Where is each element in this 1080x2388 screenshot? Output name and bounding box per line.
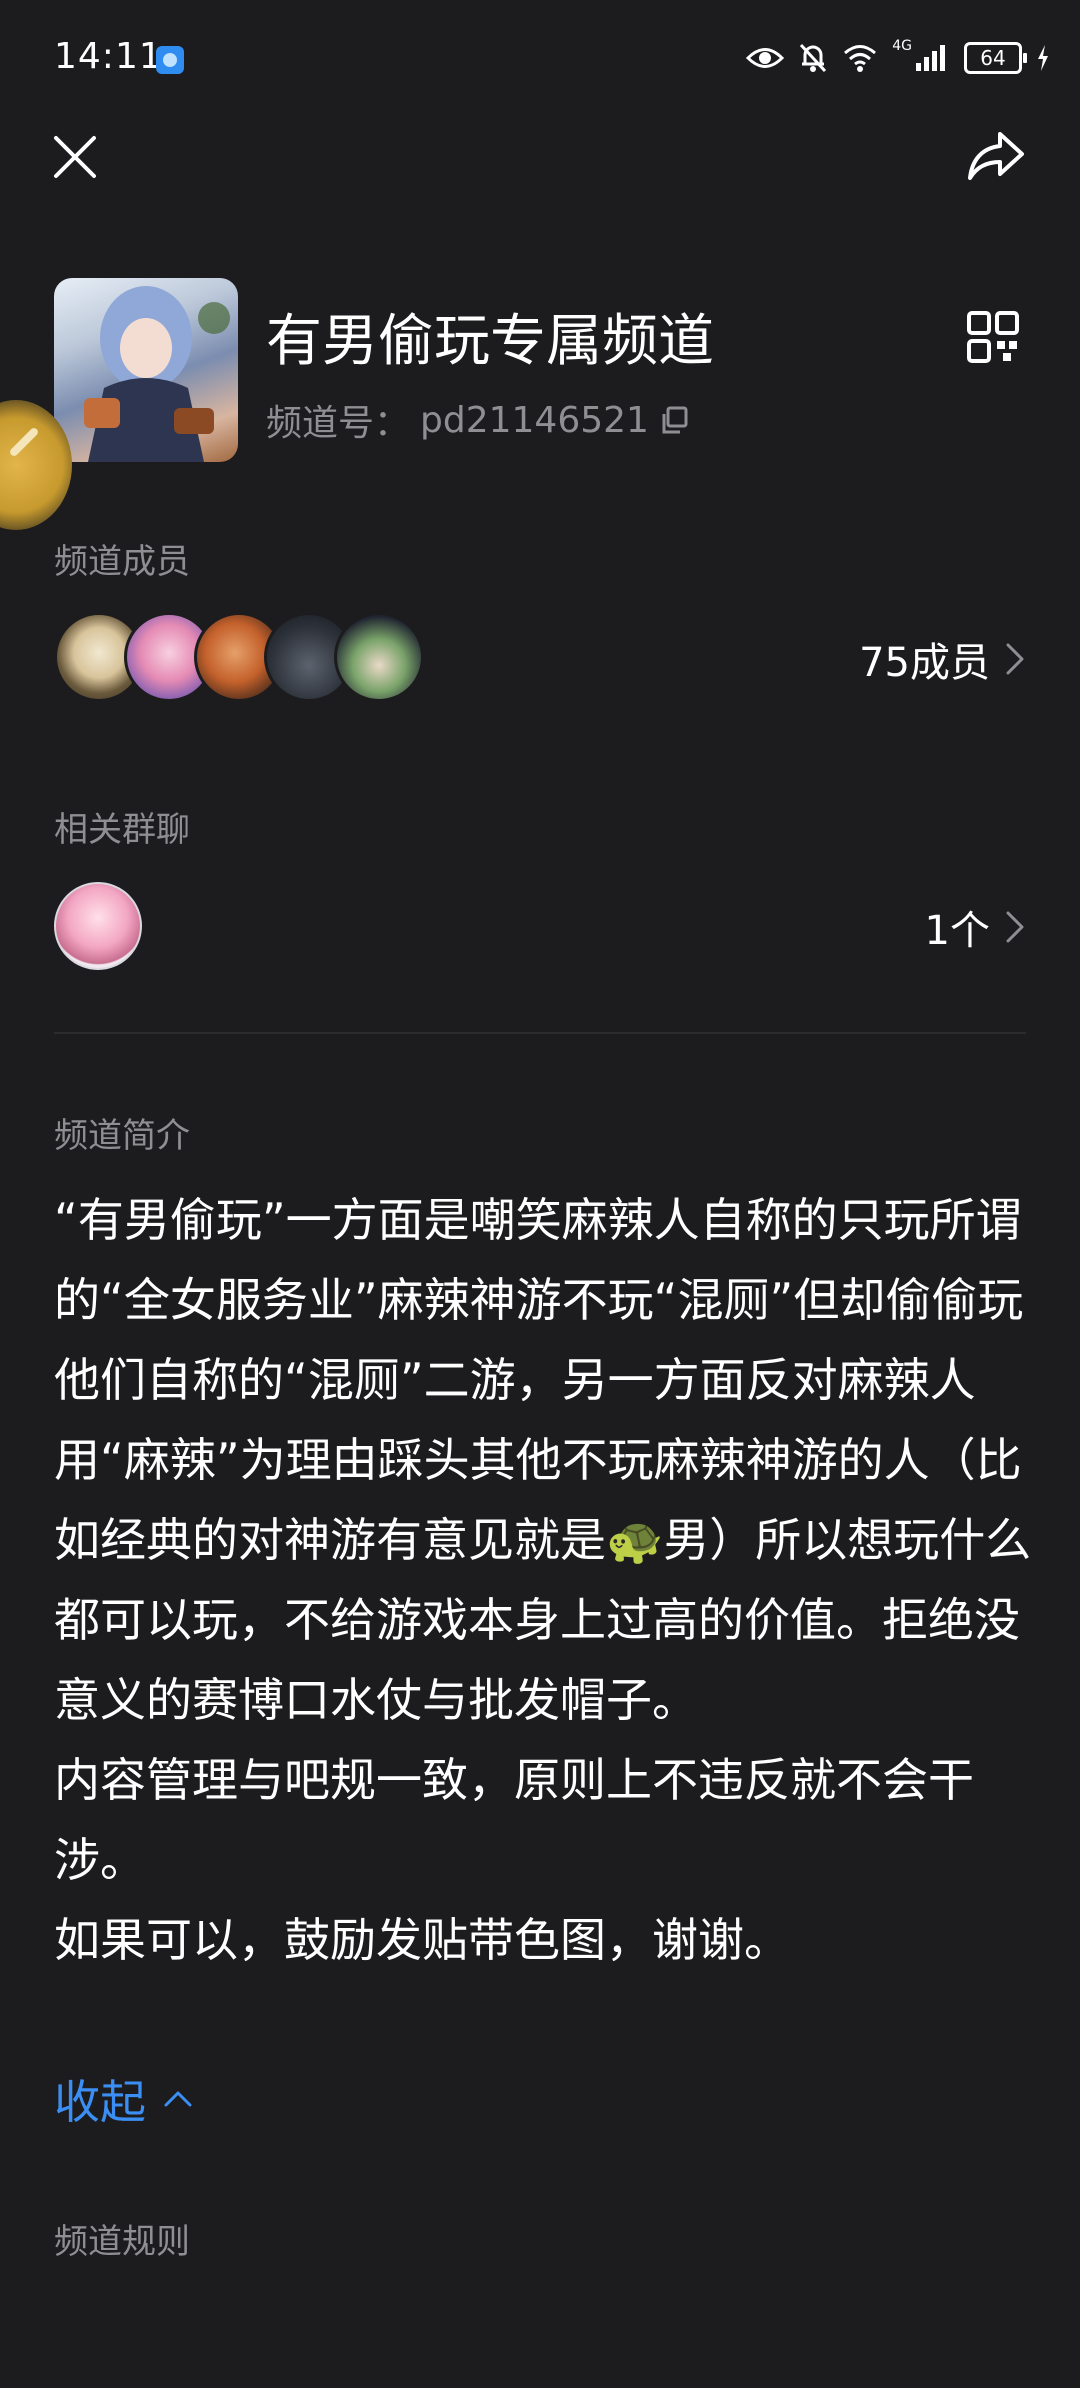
status-bar: 14:11 4G 64 (0, 0, 1080, 110)
wifi-icon (844, 45, 877, 72)
network-type: 4G (892, 38, 912, 54)
channel-title: 有男偷玩专属频道 (266, 309, 714, 374)
charging-icon (1038, 45, 1048, 71)
intro-paragraph: “有男偷玩”一方面是嘲笑麻辣人自称的只玩所谓的“全女服务业”麻辣神游不玩“混厕”… (54, 1193, 1032, 1727)
chevron-right-icon (1006, 911, 1024, 943)
member-avatar[interactable] (334, 612, 424, 702)
collapse-label: 收起 (54, 2075, 146, 2129)
close-icon[interactable] (50, 132, 100, 182)
bell-muted-icon (800, 43, 827, 73)
eye-icon (746, 48, 785, 68)
channel-id-value: pd21146521 (420, 399, 649, 441)
chevron-up-icon (164, 2091, 192, 2107)
status-time: 14:11 (54, 36, 163, 77)
copy-icon[interactable] (659, 405, 689, 435)
chevron-right-icon (1006, 643, 1024, 675)
intro-text: “有男偷玩”一方面是嘲笑麻辣人自称的只玩所谓的“全女服务业”麻辣神游不玩“混厕”… (54, 1180, 1034, 1980)
channel-id-row: 频道号： pd21146521 (266, 394, 689, 446)
group-avatar[interactable] (54, 882, 142, 970)
intro-section-label: 频道简介 (54, 1116, 190, 1156)
member-count-link[interactable]: 75成员 (859, 630, 1026, 688)
channel-avatar[interactable] (54, 278, 238, 462)
app-notification-icon (156, 46, 184, 74)
members-section-label: 频道成员 (54, 542, 190, 582)
groups-section-label: 相关群聊 (54, 810, 190, 850)
rules-section-label: 频道规则 (54, 2222, 190, 2262)
intro-paragraph: 内容管理与吧规一致，原则上不违反就不会干涉。 (54, 1753, 974, 1887)
qr-code-icon[interactable] (966, 310, 1020, 364)
signal-icon (916, 45, 945, 71)
collapse-button[interactable]: 收起 (54, 2066, 194, 2132)
divider (54, 1032, 1026, 1034)
intro-paragraph: 如果可以，鼓励发贴带色图，谢谢。 (54, 1913, 790, 1967)
group-count-link[interactable]: 1个 (925, 898, 1026, 956)
group-count: 1个 (924, 908, 990, 954)
status-icons: 4G 64 (746, 38, 1050, 78)
battery-icon: 64 (964, 42, 1027, 74)
channel-id-label: 频道号： (266, 403, 411, 444)
channel-avatar-art (84, 286, 230, 462)
member-count: 75成员 (859, 640, 990, 686)
share-icon[interactable] (964, 124, 1028, 188)
